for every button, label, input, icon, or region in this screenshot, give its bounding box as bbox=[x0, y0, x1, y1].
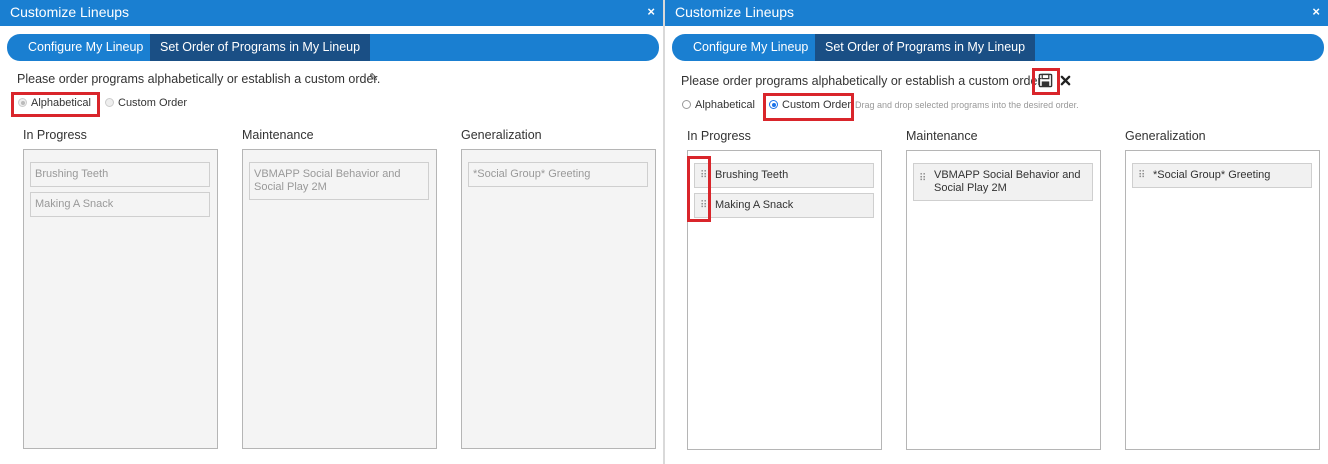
save-icon[interactable] bbox=[1038, 73, 1053, 88]
generalization-list: *Social Group* Greeting bbox=[461, 149, 656, 449]
close-icon[interactable]: × bbox=[1312, 4, 1320, 19]
alphabetical-label: Alphabetical bbox=[695, 99, 755, 111]
tab-configure-my-lineup[interactable]: Configure My Lineup bbox=[18, 34, 153, 61]
custom-order-label: Custom Order bbox=[782, 99, 852, 111]
customize-lineups-dialog-readonly: Customize Lineups × Configure My Lineup … bbox=[0, 0, 663, 464]
pencil-icon[interactable]: ✎ bbox=[369, 71, 378, 84]
column-label-generalization: Generalization bbox=[461, 128, 542, 142]
close-icon[interactable]: × bbox=[647, 4, 655, 19]
drag-handle-icon[interactable]: ⠿ bbox=[1138, 169, 1145, 182]
highlight-alphabetical bbox=[11, 92, 100, 117]
program-item: Making A Snack bbox=[30, 192, 210, 217]
program-item-label: *Social Group* Greeting bbox=[1153, 169, 1271, 181]
dialog-title: Customize Lineups bbox=[10, 4, 130, 20]
order-instruction: Please order programs alphabetically or … bbox=[681, 74, 1045, 88]
custom-order-radio[interactable] bbox=[769, 100, 778, 109]
custom-order-label: Custom Order bbox=[118, 97, 188, 109]
generalization-list: ⠿ *Social Group* Greeting bbox=[1125, 150, 1320, 450]
tab-bar: Configure My Lineup Set Order of Program… bbox=[672, 34, 1324, 61]
program-item: *Social Group* Greeting bbox=[468, 162, 648, 187]
maintenance-list: ⠿ VBMAPP Social Behavior and Social Play… bbox=[906, 150, 1101, 450]
custom-order-radio[interactable] bbox=[105, 98, 114, 107]
column-label-maintenance: Maintenance bbox=[242, 128, 314, 142]
alphabetical-radio[interactable] bbox=[682, 100, 691, 109]
program-item[interactable]: ⠿ *Social Group* Greeting bbox=[1132, 163, 1312, 188]
program-item[interactable]: ⠿ Brushing Teeth bbox=[694, 163, 874, 188]
in-progress-list: Brushing Teeth Making A Snack bbox=[23, 149, 218, 449]
dialog-titlebar: Customize Lineups × bbox=[665, 0, 1328, 26]
program-item-label: Making A Snack bbox=[715, 199, 794, 211]
program-item[interactable]: ⠿ Making A Snack bbox=[694, 193, 874, 218]
order-instruction: Please order programs alphabetically or … bbox=[17, 72, 381, 86]
highlight-drag-handles bbox=[687, 156, 711, 222]
custom-order-option[interactable]: Custom Order bbox=[105, 97, 187, 109]
column-label-maintenance: Maintenance bbox=[906, 129, 978, 143]
tab-set-order-of-programs[interactable]: Set Order of Programs in My Lineup bbox=[815, 34, 1036, 61]
custom-order-option[interactable]: Custom Order bbox=[769, 99, 851, 111]
column-label-generalization: Generalization bbox=[1125, 129, 1206, 143]
program-item-label: Brushing Teeth bbox=[715, 169, 789, 181]
program-item: VBMAPP Social Behavior and Social Play 2… bbox=[249, 162, 429, 200]
tab-bar: Configure My Lineup Set Order of Program… bbox=[7, 34, 659, 61]
tab-configure-my-lineup[interactable]: Configure My Lineup bbox=[683, 34, 818, 61]
drag-handle-icon[interactable]: ⠿ bbox=[919, 172, 926, 185]
dialog-titlebar: Customize Lineups × bbox=[0, 0, 663, 26]
dialog-title: Customize Lineups bbox=[675, 4, 795, 20]
program-item-label: VBMAPP Social Behavior and Social Play 2… bbox=[934, 169, 1081, 194]
maintenance-list: VBMAPP Social Behavior and Social Play 2… bbox=[242, 149, 437, 449]
in-progress-list: ⠿ Brushing Teeth ⠿ Making A Snack bbox=[687, 150, 882, 450]
tab-set-order-of-programs[interactable]: Set Order of Programs in My Lineup bbox=[150, 34, 371, 61]
x-icon[interactable] bbox=[1060, 75, 1071, 86]
column-label-in-progress: In Progress bbox=[23, 128, 87, 142]
column-label-in-progress: In Progress bbox=[687, 129, 751, 143]
alphabetical-option[interactable]: Alphabetical bbox=[682, 99, 755, 111]
program-item[interactable]: ⠿ VBMAPP Social Behavior and Social Play… bbox=[913, 163, 1093, 201]
drag-drop-hint: Drag and drop selected programs into the… bbox=[855, 100, 1079, 110]
customize-lineups-dialog-editing: Customize Lineups × Configure My Lineup … bbox=[665, 0, 1328, 464]
program-item: Brushing Teeth bbox=[30, 162, 210, 187]
